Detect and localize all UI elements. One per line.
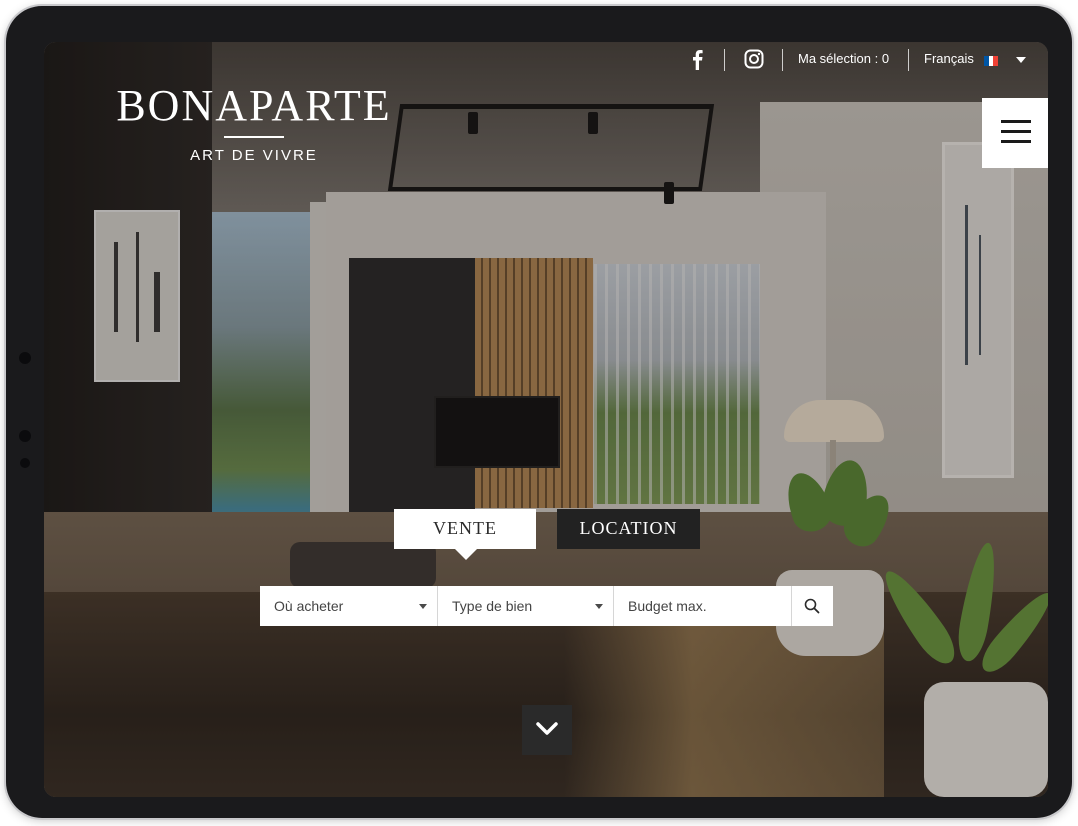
logo-divider (224, 136, 284, 138)
active-tab-pointer (454, 548, 478, 560)
property-type-select[interactable]: Type de bien (438, 586, 614, 626)
camera-dot (19, 352, 31, 364)
divider (724, 49, 725, 71)
logo-title[interactable]: BONAPARTE (86, 82, 422, 130)
location-select-label: Où acheter (274, 598, 344, 614)
search-button[interactable] (792, 586, 833, 626)
divider (908, 49, 909, 71)
budget-field[interactable] (614, 586, 792, 626)
search-icon (804, 598, 820, 614)
logo-subtitle: ART DE VIVRE (190, 147, 318, 164)
my-selection-link[interactable]: Ma sélection : 0 (798, 50, 889, 68)
tab-location[interactable]: LOCATION (557, 509, 700, 549)
divider (782, 49, 783, 71)
property-type-select-label: Type de bien (452, 598, 533, 614)
language-selector[interactable]: Français (924, 50, 974, 68)
budget-input[interactable] (628, 587, 778, 625)
instagram-icon[interactable] (744, 49, 764, 69)
menu-button[interactable] (982, 98, 1048, 168)
dropdown-arrow-icon (419, 604, 427, 609)
hamburger-menu-icon (1001, 120, 1031, 144)
french-flag-icon (984, 56, 999, 66)
location-select[interactable]: Où acheter (260, 586, 438, 626)
camera-dot (20, 458, 30, 468)
tablet-frame: Ma sélection : 0 Français BONAPARTE ART … (6, 6, 1072, 818)
screen: Ma sélection : 0 Français BONAPARTE ART … (44, 42, 1048, 797)
chevron-down-icon[interactable] (1016, 57, 1026, 63)
dropdown-arrow-icon (595, 604, 603, 609)
facebook-icon[interactable] (688, 48, 706, 70)
camera-dot (19, 430, 31, 442)
tab-vente[interactable]: VENTE (394, 509, 536, 549)
top-bar: Ma sélection : 0 Français (44, 42, 1048, 82)
scroll-down-button[interactable] (522, 705, 572, 755)
chevron-down-icon (536, 722, 558, 735)
search-bar: Où acheter Type de bien (260, 586, 833, 626)
